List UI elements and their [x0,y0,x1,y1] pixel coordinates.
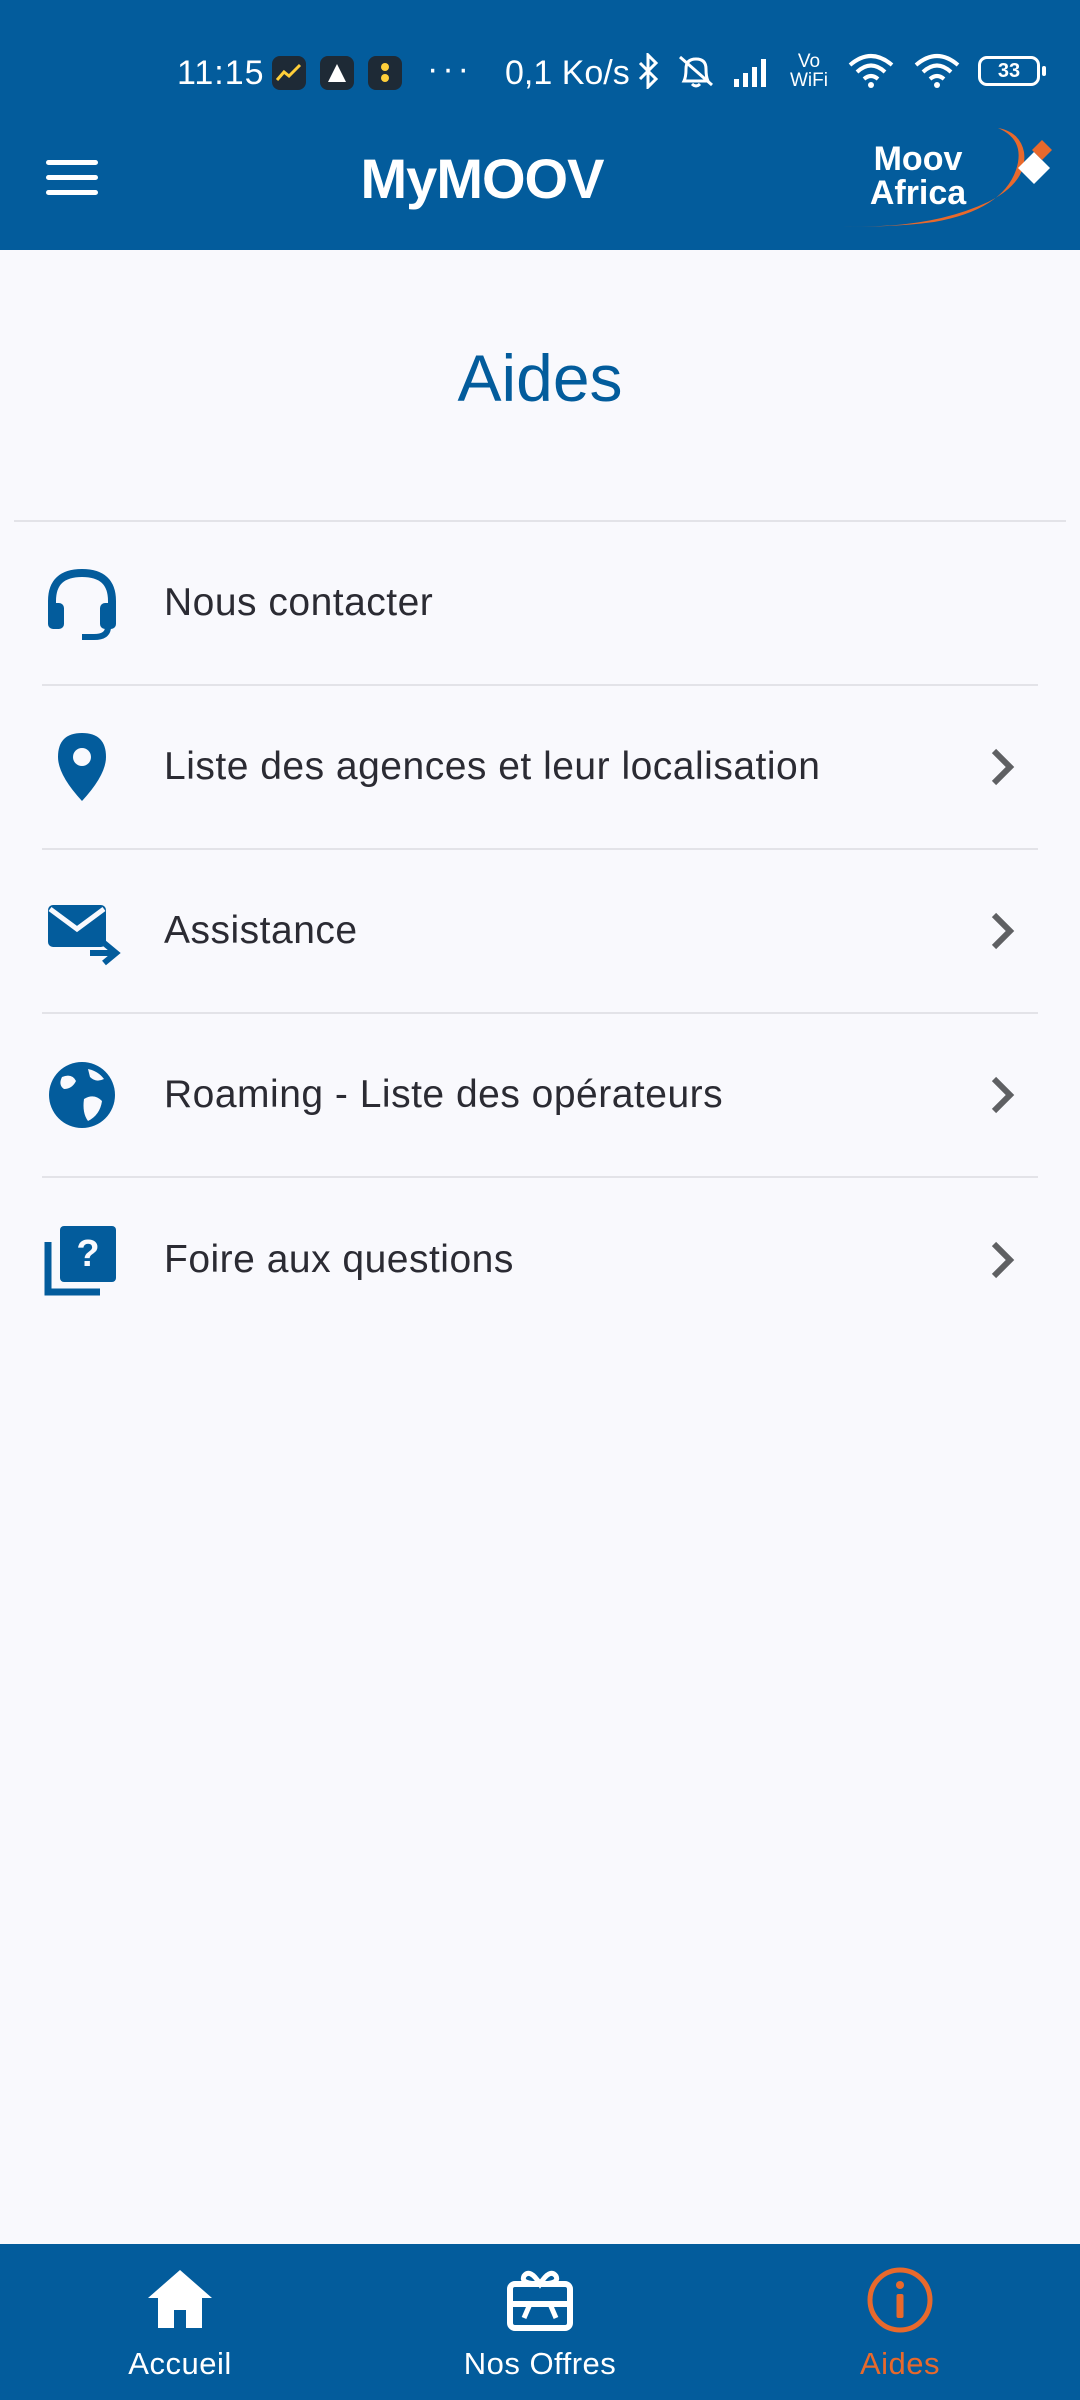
list-item-label: Assistance [164,909,358,952]
info-icon [867,2267,933,2333]
vowifi-label: Vo WiFi [790,51,828,91]
app-header: 11:15 ··· 0,1 Ko/s Vo WiFi 33 MyMOOV Moo… [0,0,1080,250]
notification-icons [272,56,402,90]
nav-label: Aides [859,2346,941,2381]
bluetooth-icon [638,53,659,89]
svg-text:?: ? [76,1233,99,1275]
list-item-label: Liste des agences et leur localisation [164,745,821,788]
list-item-roaming[interactable]: Roaming - Liste des opérateurs [42,1014,1038,1178]
status-bar: 11:15 ··· 0,1 Ko/s Vo WiFi 33 [0,0,1080,120]
navigation-app-icon [320,56,354,90]
chevron-right-icon [991,1241,1015,1279]
traffic-light-icon [368,56,402,90]
headset-icon [48,568,116,640]
chevron-right-icon [991,1076,1015,1114]
signal-icon [734,59,766,87]
nav-label: Nos Offres [463,2346,617,2381]
battery-icon: 33 [978,56,1046,86]
faq-icon: ? [44,1226,116,1296]
page-title: Aides [457,341,623,415]
moov-africa-logo: Moov Africa [840,128,1052,227]
nav-label: Accueil [128,2346,232,2381]
gift-card-icon [507,2270,573,2331]
nav-item-accueil[interactable]: Accueil [0,2244,360,2400]
bottom-navigation: Accueil Nos Offres Aides [0,2244,1080,2400]
location-pin-icon [58,733,106,801]
list-item-label: Foire aux questions [164,1238,514,1281]
nav-item-nos-offres[interactable]: Nos Offres [360,2244,720,2400]
globe-icon [49,1062,115,1128]
list-item-label: Roaming - Liste des opérateurs [164,1073,724,1116]
nav-item-aides[interactable]: Aides [720,2244,1080,2400]
status-time: 11:15 [177,54,265,92]
home-icon [148,2270,212,2328]
svg-text:Moov: Moov [874,140,963,178]
muted-bell-icon [679,55,713,88]
mail-forward-icon [48,905,121,966]
wifi-calling-icon [848,54,894,88]
svg-text:Africa: Africa [870,174,967,212]
trading-app-icon [272,56,306,90]
more-notifications-icon: ··· [427,50,473,88]
list-item-faq[interactable]: ? Foire aux questions [42,1178,1038,1342]
system-status-icons: Vo WiFi 33 [638,51,1046,91]
help-menu-list: Nous contacter Liste des agences et leur… [42,522,1038,1342]
list-item-assistance[interactable]: Assistance [42,850,1038,1014]
chevron-right-icon [991,748,1015,786]
list-item-label: Nous contacter [164,581,434,624]
list-item-agencies[interactable]: Liste des agences et leur localisation [42,686,1038,850]
app-bar: MyMOOV Moov Africa [0,120,1080,250]
list-item-contact[interactable]: Nous contacter [42,522,1038,686]
network-speed: 0,1 Ko/s [505,54,630,92]
wifi-icon [914,54,960,88]
chevron-right-icon [991,912,1015,950]
app-title: MyMOOV [360,147,605,210]
